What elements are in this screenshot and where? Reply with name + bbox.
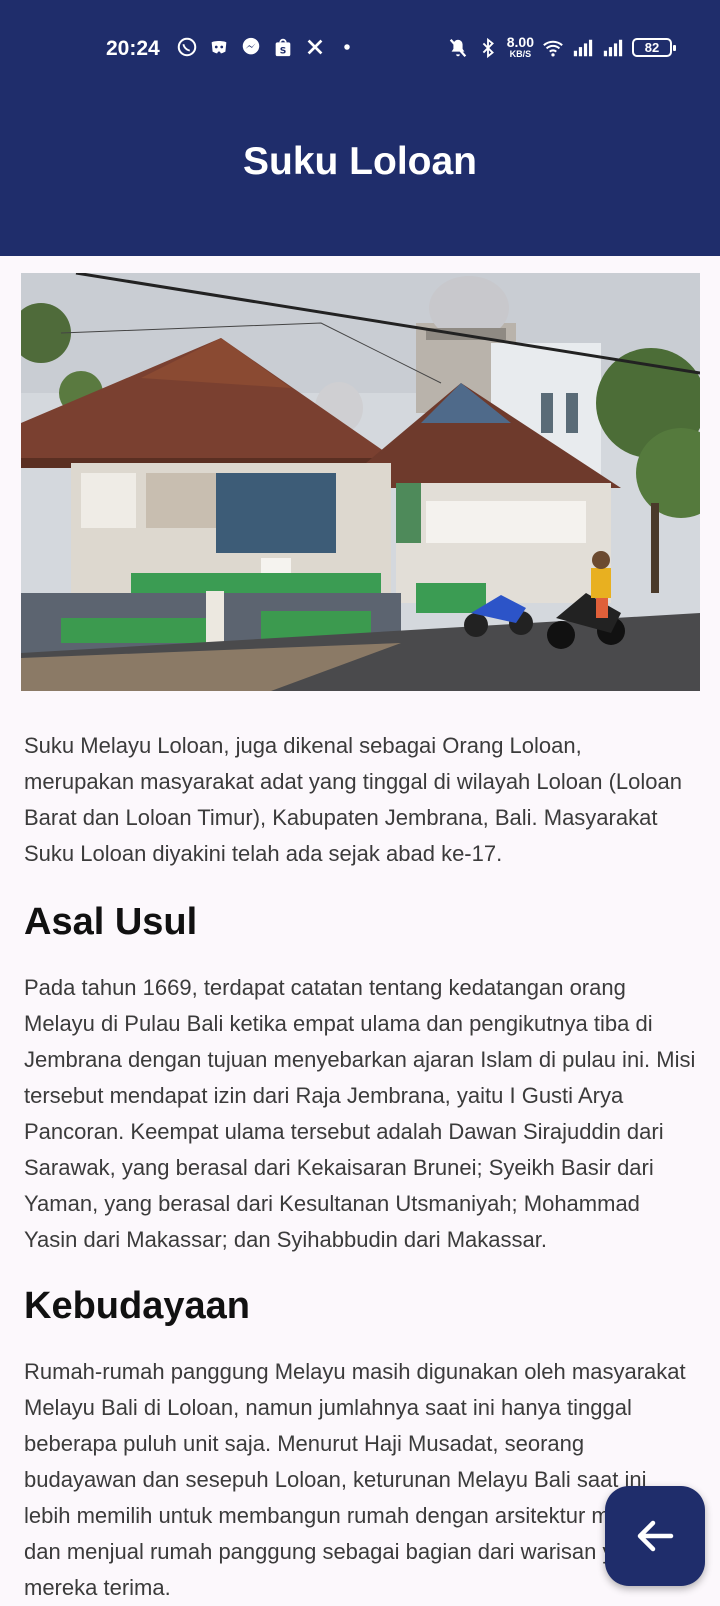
system-icons: 8.00 KB/S 82	[447, 34, 676, 59]
page-title: Suku Loloan	[243, 140, 477, 183]
app-bar: 20:24 S 8.00 KB/S 82 Suku Loloan	[0, 0, 720, 256]
discord-icon	[211, 41, 227, 54]
x-icon	[307, 39, 323, 55]
wifi-icon	[543, 40, 563, 57]
whatsapp-icon	[177, 37, 197, 57]
net-speed-unit: KB/S	[509, 49, 532, 59]
bluetooth-icon	[482, 37, 494, 58]
status-bar: 20:24 S 8.00 KB/S 82	[0, 30, 720, 68]
signal-icon	[573, 39, 593, 56]
section-body-asal-usul: Pada tahun 1669, terdapat catatan tentan…	[24, 975, 696, 1252]
loloan-house-photo	[21, 273, 700, 691]
net-speed-value: 8.00	[506, 34, 534, 50]
status-time: 20:24	[106, 37, 160, 60]
battery-icon: 82	[632, 38, 676, 57]
article-intro: Suku Melayu Loloan, juga dikenal sebagai…	[24, 733, 682, 866]
back-button[interactable]	[605, 1486, 705, 1586]
section-heading-kebudayaan: Kebudayaan	[24, 1285, 250, 1327]
shopee-icon: S	[275, 38, 291, 56]
net-speed: 8.00 KB/S	[506, 34, 534, 59]
section-heading-asal-usul: Asal Usul	[24, 901, 198, 943]
arrow-back-icon	[637, 1520, 674, 1552]
signal-icon	[603, 39, 623, 56]
hero-image	[21, 273, 700, 691]
battery-level: 82	[644, 40, 660, 55]
svg-text:S: S	[280, 45, 287, 56]
mute-icon	[449, 38, 466, 57]
section-body-kebudayaan: Rumah-rumah panggung Melayu masih diguna…	[24, 1359, 686, 1600]
dot-icon	[344, 44, 350, 50]
notification-icons: S	[176, 36, 358, 58]
messenger-icon	[242, 37, 260, 55]
